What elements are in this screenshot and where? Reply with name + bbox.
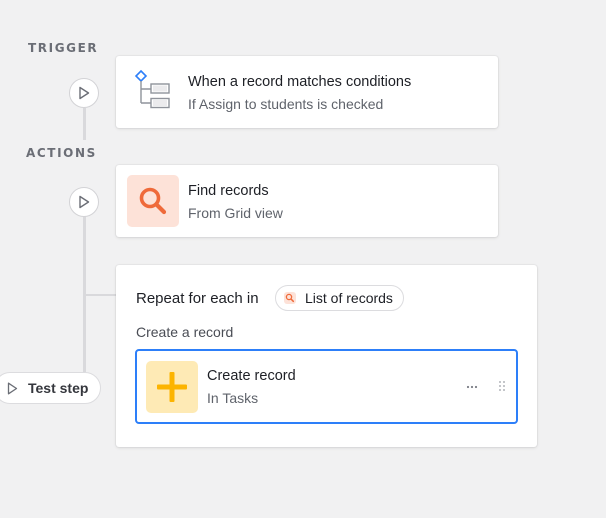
- flow-rail-branch: [84, 294, 116, 296]
- trigger-run-button[interactable]: [69, 78, 99, 108]
- create-record-card[interactable]: Create record In Tasks: [135, 349, 518, 424]
- drag-handle-icon[interactable]: [497, 379, 507, 393]
- play-icon: [79, 195, 90, 209]
- repeat-card-title: Repeat for each in: [136, 290, 259, 307]
- search-icon: [139, 187, 167, 215]
- test-step-button[interactable]: Test step: [0, 372, 102, 404]
- more-horizontal-icon[interactable]: [465, 379, 481, 393]
- flow-rail-top: [83, 108, 86, 140]
- create-record-card-title: Create record: [207, 368, 296, 384]
- find-records-run-button[interactable]: [69, 187, 99, 217]
- trigger-section-label: TRIGGER: [28, 41, 99, 55]
- find-records-card-title: Find records: [188, 183, 269, 199]
- conditions-tree-icon: [132, 67, 176, 111]
- create-record-icon-tile: [146, 361, 198, 413]
- actions-section-label: ACTIONS: [26, 146, 97, 160]
- list-of-records-chip[interactable]: List of records: [275, 285, 404, 311]
- trigger-card-title: When a record matches conditions: [188, 74, 412, 90]
- repeat-card[interactable]: Repeat for each in List of records Creat…: [116, 265, 537, 447]
- find-records-icon-tile: [127, 175, 179, 227]
- plus-icon: [157, 372, 187, 402]
- trigger-card-subtitle: If Assign to students is checked: [188, 96, 384, 112]
- trigger-card[interactable]: When a record matches conditions If Assi…: [116, 56, 498, 128]
- search-icon: [284, 292, 296, 304]
- create-record-card-subtitle: In Tasks: [207, 390, 259, 406]
- list-of-records-chip-label: List of records: [305, 290, 393, 306]
- find-records-card-subtitle: From Grid view: [188, 205, 283, 221]
- test-step-label: Test step: [28, 380, 89, 396]
- play-icon: [7, 382, 18, 394]
- create-a-record-label: Create a record: [136, 324, 234, 340]
- play-icon: [79, 86, 90, 100]
- find-records-card[interactable]: Find records From Grid view: [116, 165, 498, 237]
